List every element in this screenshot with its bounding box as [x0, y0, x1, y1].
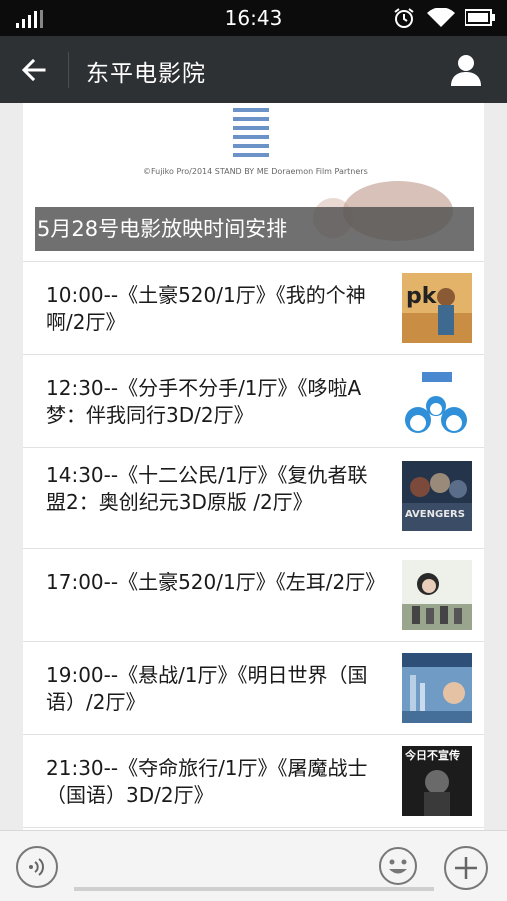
- plus-icon: [455, 857, 477, 879]
- list-item[interactable]: 17:00--《土豪520/1厅》《左耳/2厅》: [23, 549, 484, 642]
- list-item[interactable]: 14:30--《十二公民/1厅》《复仇者联盟2：奥创纪元3D原版 /2厅》 AV…: [23, 448, 484, 549]
- battery-icon: [465, 9, 495, 26]
- article-card: ©Fujiko Pro/2014 STAND BY ME Doraemon Fi…: [23, 103, 484, 830]
- wifi-icon: [427, 8, 455, 27]
- input-bar: [0, 830, 507, 901]
- avengers-poster-icon: AVENGERS: [402, 461, 472, 531]
- left-ear-poster-icon: [402, 560, 472, 630]
- voice-icon: [29, 858, 44, 876]
- schedule-text: 19:00--《悬战/1厅》《明日世界（国语）/2厅》: [46, 663, 368, 714]
- status-bar: 16:43: [0, 0, 507, 36]
- page-title: 东平电影院: [86, 61, 206, 87]
- emoji-icon[interactable]: [378, 846, 418, 886]
- svg-text:今日不宣传: 今日不宣传: [404, 748, 460, 762]
- schedule-text: 12:30--《分手不分手/1厅》《哆啦A梦：伴我同行3D/2厅》: [46, 376, 362, 427]
- tomorrowland-poster-icon: [402, 653, 472, 723]
- i-frankenstein-poster-icon: 今日不宣传: [402, 746, 472, 816]
- cover-poster-art: [233, 103, 269, 163]
- svg-text:AVENGERS: AVENGERS: [405, 509, 465, 520]
- message-input[interactable]: [74, 887, 434, 891]
- schedule-text: 10:00--《土豪520/1厅》《我的个神啊/2厅》: [46, 283, 366, 334]
- doraemon-poster-icon: [402, 366, 472, 436]
- pk-poster-icon: pk: [402, 273, 472, 343]
- cover-image[interactable]: ©Fujiko Pro/2014 STAND BY ME Doraemon Fi…: [23, 103, 484, 262]
- back-arrow-icon[interactable]: [18, 54, 50, 86]
- plus-button[interactable]: [444, 846, 488, 890]
- alarm-icon: [394, 8, 414, 28]
- schedule-text: 14:30--《十二公民/1厅》《复仇者联盟2：奥创纪元3D原版 /2厅》: [46, 463, 368, 514]
- schedule-text: 21:30--《夺命旅行/1厅》《屠魔战士（国语）3D/2厅》: [46, 756, 368, 807]
- nav-bar: 东平电影院: [0, 36, 507, 103]
- list-item[interactable]: 10:00--《土豪520/1厅》《我的个神啊/2厅》 pk: [23, 262, 484, 355]
- list-item[interactable]: 12:30--《分手不分手/1厅》《哆啦A梦：伴我同行3D/2厅》: [23, 355, 484, 448]
- list-item[interactable]: 21:30--《夺命旅行/1厅》《屠魔战士（国语）3D/2厅》 今日不宣传: [23, 735, 484, 828]
- svg-text:pk: pk: [406, 284, 438, 309]
- cover-caption: 5月28号电影放映时间安排: [35, 207, 474, 251]
- cover-credit: ©Fujiko Pro/2014 STAND BY ME Doraemon Fi…: [143, 167, 368, 176]
- voice-button[interactable]: [16, 846, 58, 888]
- profile-icon[interactable]: [448, 52, 484, 88]
- list-item[interactable]: 19:00--《悬战/1厅》《明日世界（国语）/2厅》: [23, 642, 484, 735]
- schedule-text: 17:00--《土豪520/1厅》《左耳/2厅》: [46, 570, 386, 594]
- nav-divider: [68, 52, 69, 88]
